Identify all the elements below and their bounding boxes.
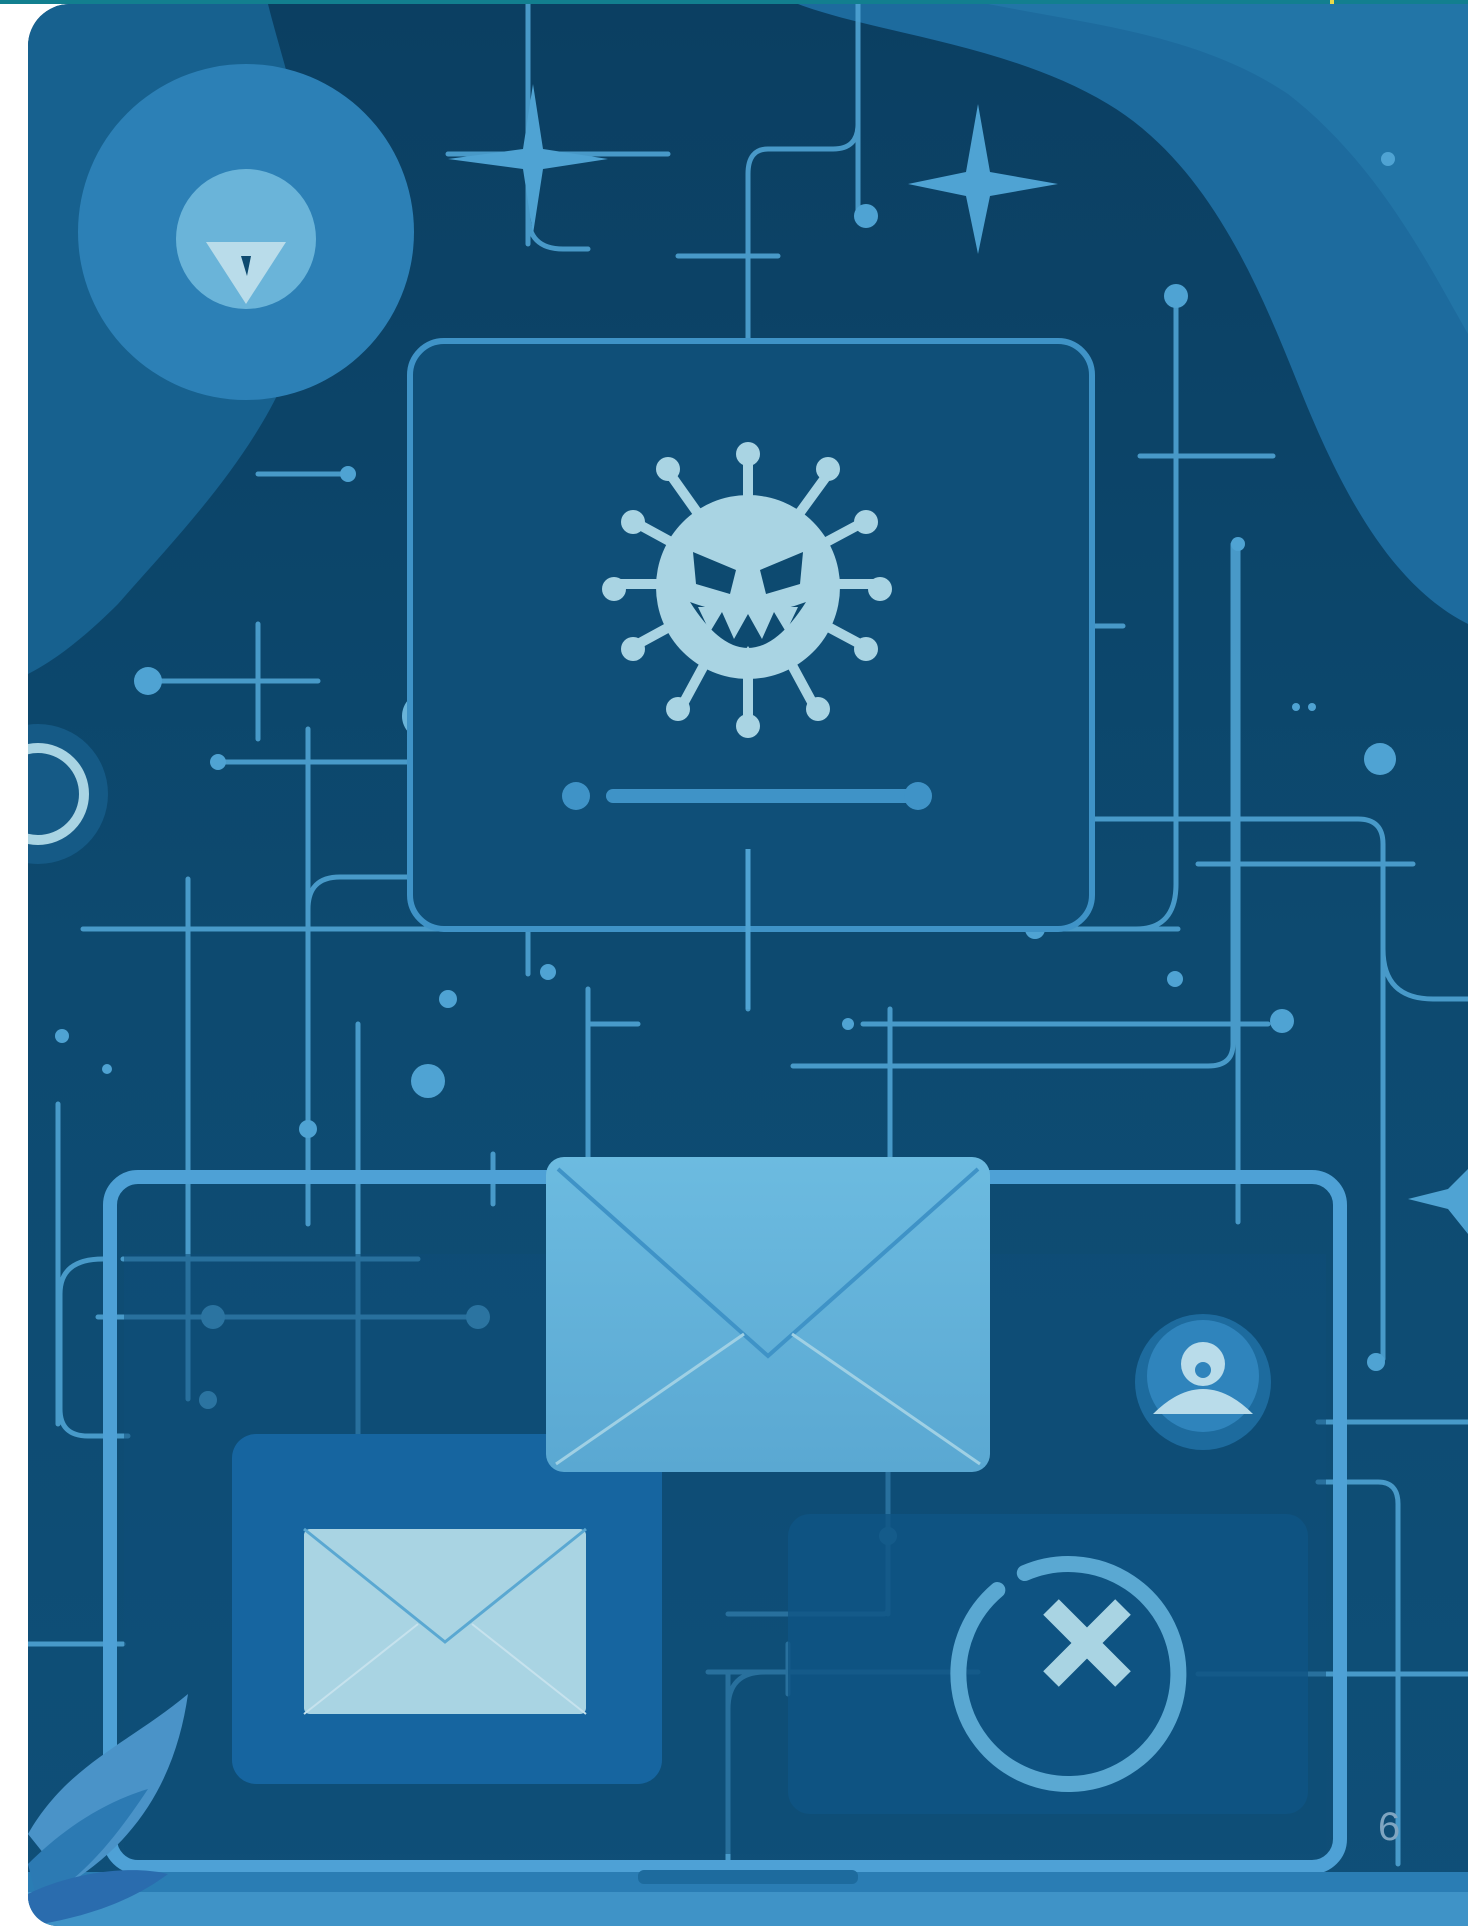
page-number: 6 [1378, 1805, 1401, 1849]
envelope-small-icon [303, 1527, 587, 1715]
slide-page: 6 [0, 0, 1468, 1926]
user-avatar-icon [1135, 1314, 1271, 1450]
envelope-icon [546, 1157, 990, 1472]
cyber-illustration [28, 4, 1468, 1926]
